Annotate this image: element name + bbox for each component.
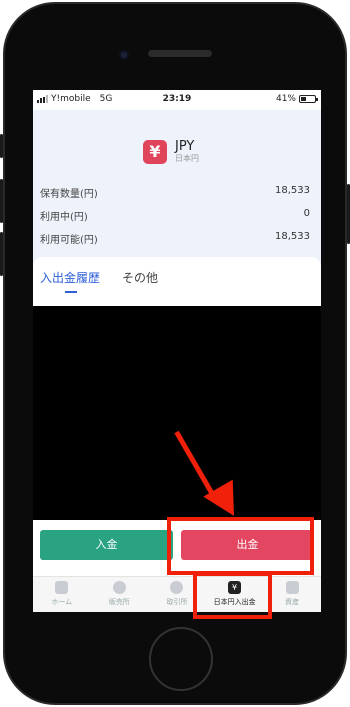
currency-title: ¥ JPY 日本円 [143, 140, 199, 164]
nav-item-sales[interactable]: 販売所 [91, 577, 149, 612]
battery-info: 41% [275, 94, 318, 104]
mute-switch [0, 134, 3, 158]
balance-label: 保有数量(円) [40, 189, 98, 200]
nav-item-assets[interactable]: 資産 [263, 577, 321, 612]
currency-code: JPY [175, 139, 195, 154]
deposit-button[interactable]: 入金 [40, 530, 173, 560]
active-tab-indicator [65, 291, 77, 293]
front-camera [119, 50, 129, 60]
earpiece-speaker [148, 50, 212, 57]
balance-value: 18,533 [275, 185, 310, 196]
battery-icon [299, 95, 318, 103]
volume-down-button [0, 232, 3, 276]
withdraw-highlight-box [167, 517, 314, 575]
balance-row-held: 保有数量(円) 18,533 [40, 185, 310, 200]
yen-icon: ¥ [143, 140, 167, 164]
currency-name: 日本円 [175, 154, 199, 163]
balance-row-in-use: 利用中(円) 0 [40, 208, 310, 223]
balance-label: 利用可能(円) [40, 235, 98, 246]
nav-label: ホーム [51, 598, 73, 606]
tab-deposit-history[interactable]: 入出金履歴 [40, 269, 100, 286]
home-icon [55, 581, 69, 594]
balance-label: 利用中(円) [40, 212, 88, 223]
home-button[interactable] [149, 627, 213, 691]
balance-row-available: 利用可能(円) 18,533 [40, 231, 310, 246]
nav-highlight-box [193, 572, 272, 619]
balance-value: 18,533 [275, 231, 310, 242]
trade-icon [170, 581, 184, 594]
exchange-icon [112, 581, 126, 594]
nav-label: 取引所 [166, 598, 188, 606]
nav-label: 販売所 [108, 598, 130, 606]
bottom-navigation: ホーム 販売所 取引所 ¥ 日本円入出金 資産 [33, 576, 321, 612]
nav-label: 資産 [285, 598, 300, 606]
tab-bar: 入出金履歴 その他 [33, 257, 321, 307]
balance-value: 0 [303, 208, 310, 219]
history-content-area [33, 306, 321, 521]
battery-percent: 41% [275, 94, 296, 104]
nav-item-home[interactable]: ホーム [33, 577, 91, 612]
wallet-icon [285, 581, 299, 594]
volume-up-button [0, 179, 3, 223]
tab-other[interactable]: その他 [122, 269, 158, 286]
status-bar: Y!mobile 5G 23:19 41% [33, 90, 321, 110]
battery-fill [301, 97, 307, 101]
